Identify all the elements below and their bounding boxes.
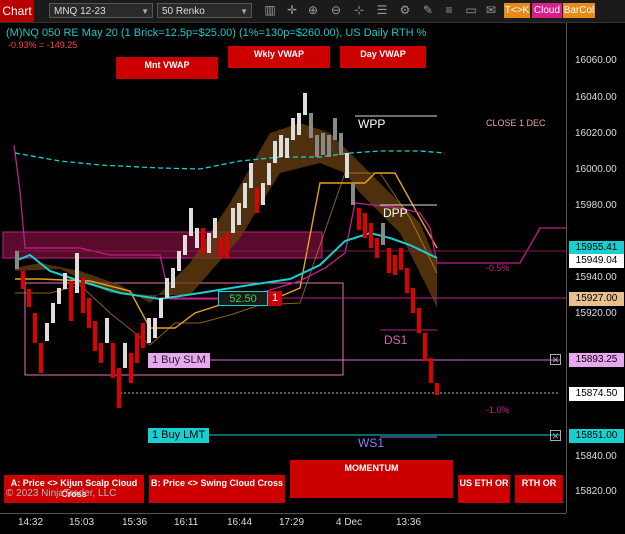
chart-title: (M)NQ 050 RE May 20 (1 Brick=12.5p=$25.0…: [6, 27, 427, 39]
momentum-button[interactable]: MOMENTUM: [290, 460, 453, 498]
time-tick: 15:36: [122, 517, 148, 528]
dpp-label: DPP: [383, 206, 408, 220]
cancel-slm-close-icon[interactable]: ✕: [550, 354, 561, 365]
interval-label: 50 Renko: [162, 6, 205, 17]
buy-lmt-order-label[interactable]: 1 Buy LMT: [148, 428, 210, 443]
ds1-label: DS1: [384, 333, 408, 347]
pct-neg05-label: -0.5%: [486, 263, 510, 273]
rth-or-button[interactable]: RTH OR: [515, 475, 563, 503]
copyright-text: © 2023 NinjaTrader, LLC: [6, 488, 117, 499]
time-tick: 15:03: [69, 517, 95, 528]
price-tag-15927: 15927.00: [569, 292, 624, 306]
chart-drawing: [2, 93, 566, 438]
attach-icon[interactable]: ✎: [420, 2, 436, 19]
chat-icon[interactable]: ✉: [483, 2, 499, 19]
chart-toolbar: Chart MNQ 12-23 ▼ 50 Renko ▼ ▥ ✛ ⊕ ⊖ ⊹ ☰…: [0, 0, 625, 23]
price-tag-buy-slm: 15893.25: [569, 353, 624, 367]
zoom-out-icon[interactable]: ⊖: [328, 2, 344, 19]
session-pnl: -0.93% = -149.25: [8, 40, 78, 50]
price-tick: 15840.00: [575, 451, 617, 462]
tk-toggle-button[interactable]: T<>K: [504, 3, 530, 18]
strategies-icon[interactable]: ⚙: [397, 2, 413, 19]
daily-vwap-button[interactable]: Day VWAP: [340, 46, 426, 68]
monthly-vwap-button[interactable]: Mnt VWAP: [116, 57, 218, 79]
price-tick: 16040.00: [575, 92, 617, 103]
chart-tab[interactable]: Chart: [0, 0, 34, 22]
us-eth-or-button[interactable]: US ETH OR: [458, 475, 510, 503]
chevron-down-icon: ▼: [141, 7, 149, 16]
chart-plot-area[interactable]: (M)NQ 050 RE May 20 (1 Brick=12.5p=$25.0…: [0, 23, 566, 513]
price-tick: 15980.00: [575, 200, 617, 211]
indicators-icon[interactable]: ☰: [374, 2, 390, 19]
instrument-label: MNQ 12-23: [54, 6, 106, 17]
ws1-label: WS1: [358, 436, 385, 450]
monitor-icon[interactable]: ▭: [463, 2, 479, 19]
properties-icon[interactable]: ≡: [441, 2, 457, 19]
wpp-label: WPP: [358, 117, 386, 131]
price-tick: 15940.00: [575, 272, 617, 283]
time-tick: 16:44: [227, 517, 253, 528]
zoom-in-icon[interactable]: ⊕: [305, 2, 321, 19]
buy-slm-order-label[interactable]: 1 Buy SLM: [148, 353, 210, 368]
time-tick: 14:32: [18, 517, 44, 528]
price-tag-kijun: 15955.41: [569, 241, 624, 255]
cloud-toggle-button[interactable]: Cloud: [532, 3, 562, 18]
price-tag-last: 15874.50: [569, 387, 624, 401]
weekly-vwap-button[interactable]: Wkly VWAP: [228, 46, 330, 68]
interval-selector[interactable]: 50 Renko ▼: [157, 3, 252, 18]
price-tag-buy-lmt: 15851.00: [569, 429, 624, 443]
price-tag-15949: 15949.04: [569, 254, 624, 268]
price-tick: 15820.00: [575, 486, 617, 497]
time-tick: 13:36: [396, 517, 422, 528]
instrument-selector[interactable]: MNQ 12-23 ▼: [49, 3, 153, 18]
time-tick: 16:11: [174, 517, 199, 528]
crosshair-icon[interactable]: ✛: [284, 2, 300, 19]
time-tick: 17:29: [279, 517, 305, 528]
price-tick: 16000.00: [575, 164, 617, 175]
price-tick: 16020.00: [575, 128, 617, 139]
price-axis[interactable]: 16060.00 16040.00 16020.00 16000.00 1598…: [566, 23, 625, 513]
vwap-zone-box: [2, 231, 323, 259]
crosshair-2-icon[interactable]: ⊹: [351, 2, 367, 19]
position-pnl[interactable]: 52.50: [218, 291, 268, 306]
cyan-dashed-line: [14, 150, 446, 170]
cancel-lmt-close-icon[interactable]: ✕: [550, 430, 561, 441]
price-tick: 16060.00: [575, 55, 617, 66]
bar-type-icon[interactable]: ▥: [262, 2, 278, 19]
chevron-down-icon: ▼: [240, 7, 248, 16]
price-tick: 15920.00: [575, 308, 617, 319]
close-label: CLOSE 1 DEC: [486, 118, 546, 128]
position-qty[interactable]: 1: [268, 291, 282, 306]
pct-neg10-label: -1.0%: [486, 405, 510, 415]
barcol-toggle-button[interactable]: BarCol: [563, 3, 595, 18]
time-axis[interactable]: 14:32 15:03 15:36 16:11 16:44 17:29 4 De…: [0, 513, 566, 534]
swing-cloud-cross-button[interactable]: B: Price <> Swing Cloud Cross: [149, 475, 285, 503]
time-tick: 4 Dec: [336, 517, 363, 528]
